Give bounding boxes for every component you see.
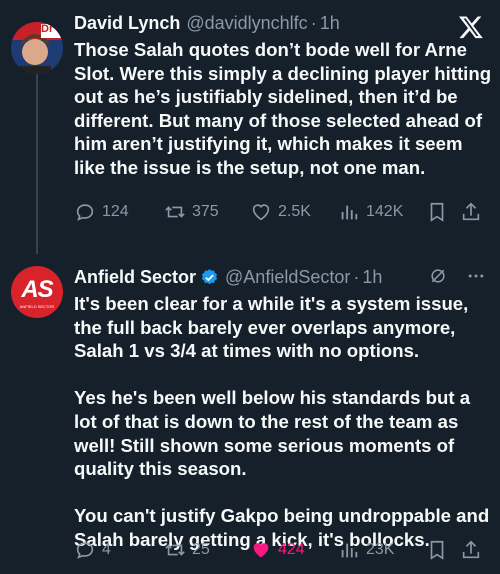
repost-button[interactable]: 25 — [164, 539, 210, 561]
like-icon — [253, 543, 269, 558]
author-name[interactable]: David Lynch — [74, 12, 180, 34]
like-button[interactable]: 424 — [250, 539, 305, 561]
bookmark-button[interactable] — [426, 201, 448, 223]
reply-button[interactable]: 4 — [74, 539, 111, 561]
bookmark-button[interactable] — [426, 539, 448, 561]
share-button[interactable] — [460, 201, 482, 223]
timestamp[interactable]: 1h — [362, 266, 382, 288]
reply-icon — [76, 542, 94, 559]
like-icon — [252, 204, 270, 221]
bookmark-icon — [430, 202, 444, 222]
like-count: 424 — [278, 541, 305, 558]
author-handle[interactable]: @AnfieldSector — [225, 266, 350, 288]
bookmark-icon — [430, 540, 444, 560]
reply-button[interactable]: 124 — [74, 201, 129, 223]
repost-count: 25 — [192, 541, 210, 558]
share-icon — [462, 540, 480, 559]
separator-dot: · — [353, 267, 360, 287]
author-handle[interactable]: @davidlynchlfc — [186, 12, 307, 34]
tweet-text: It's been clear for a while it's a syste… — [74, 293, 490, 550]
tweet-header: David Lynch @davidlynchlfc · 1h — [74, 12, 488, 34]
reply-icon — [76, 204, 94, 221]
reply-count: 4 — [102, 541, 111, 558]
views-icon — [341, 543, 358, 558]
like-count: 2.5K — [278, 203, 311, 220]
views-count: 23K — [366, 541, 395, 558]
views-button[interactable]: 142K — [338, 201, 403, 223]
repost-icon — [165, 206, 185, 218]
separator-dot: · — [310, 13, 317, 33]
verified-icon — [202, 268, 218, 284]
share-icon — [462, 202, 480, 221]
views-button[interactable]: 23K — [338, 539, 394, 561]
repost-icon — [165, 544, 185, 556]
views-count: 142K — [366, 203, 404, 220]
timestamp[interactable]: 1h — [320, 12, 340, 34]
views-icon — [341, 205, 358, 220]
share-button[interactable] — [460, 539, 482, 561]
like-button[interactable]: 2.5K — [250, 201, 311, 223]
tweet-text: Those Salah quotes don’t bode well for A… — [74, 39, 497, 178]
reply-count: 124 — [102, 203, 129, 220]
tweet-header: Anfield Sector @AnfieldSector · 1h — [74, 266, 488, 288]
repost-button[interactable]: 375 — [164, 201, 219, 223]
repost-count: 375 — [192, 203, 219, 220]
tweet-anfield-sector[interactable]: Anfield Sector @AnfieldSector · 1h It's … — [0, 266, 500, 552]
author-name[interactable]: Anfield Sector — [74, 266, 196, 288]
